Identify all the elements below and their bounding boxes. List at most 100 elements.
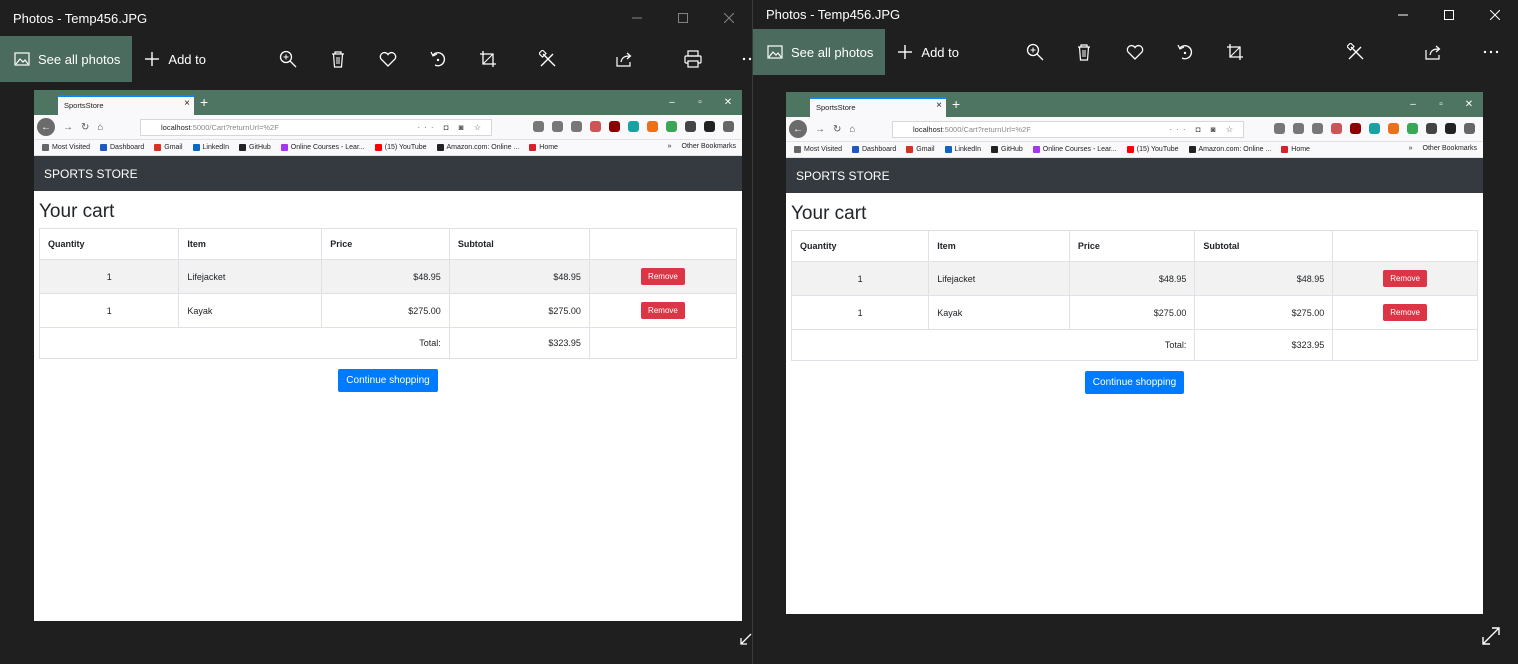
bookmark-item[interactable]: Home (1281, 146, 1310, 153)
extension-e-icon[interactable] (1445, 123, 1456, 134)
menu-icon[interactable] (723, 121, 734, 132)
colorpicker-icon[interactable] (1331, 123, 1342, 134)
minimize-button[interactable] (614, 0, 660, 36)
bookmark-item[interactable]: Most Visited (794, 146, 842, 153)
reload-icon[interactable]: ↻ (833, 124, 841, 135)
zoom-button[interactable] (1025, 42, 1045, 62)
url-bar[interactable]: localhost:5000/Cart?returnUrl=%2F ··· ◘ … (140, 119, 492, 136)
ublock-icon[interactable] (1350, 123, 1361, 134)
forward-arrow-icon[interactable]: → (63, 122, 73, 133)
bookmark-item[interactable]: Online Courses - Lear... (1032, 146, 1117, 153)
continue-shopping-button[interactable]: Continue shopping (338, 369, 438, 392)
bookmark-item[interactable]: Dashboard (852, 146, 896, 153)
chevron-right-icon[interactable]: » (1409, 145, 1413, 152)
menu-icon[interactable] (1464, 123, 1475, 134)
edit-create-button[interactable] (539, 49, 559, 69)
zoom-button[interactable] (278, 49, 298, 69)
close-button[interactable] (1472, 0, 1518, 29)
bookmark-item[interactable]: Amazon.com: Online ... (436, 144, 519, 151)
share-button[interactable] (614, 49, 634, 69)
firefox-close-icon[interactable]: ✕ (714, 90, 742, 115)
firefox-maximize-icon[interactable]: ▫ (686, 90, 714, 115)
back-arrow-icon[interactable]: ← (789, 120, 807, 138)
add-to-button[interactable]: Add to (144, 51, 206, 67)
downloads-icon[interactable] (1274, 123, 1285, 134)
ublock-icon[interactable] (609, 121, 620, 132)
close-button[interactable] (706, 0, 752, 36)
page-actions-icon[interactable]: ··· ◘ ◙ ☆ (418, 123, 486, 132)
reload-icon[interactable]: ↻ (81, 122, 89, 133)
new-tab-icon[interactable]: + (952, 96, 960, 112)
extension-b-icon[interactable] (647, 121, 658, 132)
crop-button[interactable] (1225, 42, 1245, 62)
store-brand[interactable]: SPORTS STORE (44, 167, 138, 181)
home-icon[interactable]: ⌂ (849, 124, 855, 135)
remove-button[interactable]: Remove (641, 302, 685, 319)
resize-icon[interactable] (740, 632, 752, 646)
firefox-minimize-icon[interactable]: – (1399, 92, 1427, 117)
extension-c-icon[interactable] (666, 121, 677, 132)
sidebar-icon[interactable] (1312, 123, 1323, 134)
extension-a-icon[interactable] (628, 121, 639, 132)
tab-close-icon[interactable]: × (936, 100, 942, 111)
continue-shopping-button[interactable]: Continue shopping (1084, 371, 1185, 394)
bookmark-item[interactable]: Online Courses - Lear... (280, 144, 365, 151)
see-all-photos-button[interactable]: See all photos (753, 29, 886, 75)
minimize-button[interactable] (1380, 0, 1426, 29)
extension-e-icon[interactable] (704, 121, 715, 132)
sidebar-icon[interactable] (571, 121, 582, 132)
share-button[interactable] (1423, 42, 1443, 62)
page-actions-icon[interactable]: ··· ◘ ◙ ☆ (1170, 125, 1238, 134)
add-to-button[interactable]: Add to (897, 44, 959, 60)
favorite-button[interactable] (378, 49, 398, 69)
firefox-maximize-icon[interactable]: ▫ (1427, 92, 1455, 117)
remove-button[interactable]: Remove (641, 268, 685, 285)
forward-arrow-icon[interactable]: → (815, 124, 825, 135)
chevron-right-icon[interactable]: » (668, 143, 672, 150)
other-bookmarks[interactable]: Other Bookmarks (1423, 145, 1477, 152)
bookmark-item[interactable]: Gmail (154, 144, 183, 151)
firefox-close-icon[interactable]: ✕ (1455, 92, 1483, 117)
edit-create-button[interactable] (1347, 42, 1367, 62)
tab-close-icon[interactable]: × (184, 98, 190, 109)
bookmark-item[interactable]: Most Visited (42, 144, 90, 151)
bookmark-item[interactable]: LinkedIn (192, 144, 229, 151)
remove-button[interactable]: Remove (1383, 304, 1427, 321)
browser-tab[interactable]: SportsStore × (58, 95, 194, 115)
bookmark-item[interactable]: Home (529, 144, 558, 151)
url-bar[interactable]: localhost:5000/Cart?returnUrl=%2F ··· ◘ … (892, 121, 1244, 138)
firefox-minimize-icon[interactable]: – (658, 90, 686, 115)
rotate-button[interactable] (1175, 42, 1195, 62)
back-arrow-icon[interactable]: ← (37, 118, 55, 136)
bookmark-item[interactable]: (15) YouTube (374, 144, 427, 151)
extension-c-icon[interactable] (1407, 123, 1418, 134)
more-options-button[interactable] (1481, 42, 1501, 62)
bookmark-item[interactable]: Gmail (906, 146, 935, 153)
delete-button[interactable] (328, 49, 348, 69)
bookmark-item[interactable]: (15) YouTube (1126, 146, 1179, 153)
extension-a-icon[interactable] (1369, 123, 1380, 134)
see-all-photos-button[interactable]: See all photos (0, 36, 133, 82)
store-brand[interactable]: SPORTS STORE (796, 169, 890, 183)
library-icon[interactable] (1293, 123, 1304, 134)
bookmark-item[interactable]: GitHub (991, 146, 1023, 153)
bookmark-item[interactable]: LinkedIn (944, 146, 981, 153)
bookmark-item[interactable]: Amazon.com: Online ... (1188, 146, 1271, 153)
print-button[interactable] (683, 49, 703, 69)
maximize-button[interactable] (660, 0, 706, 36)
remove-button[interactable]: Remove (1383, 270, 1427, 287)
favorite-button[interactable] (1125, 42, 1145, 62)
more-options-button[interactable] (740, 49, 752, 69)
extension-d-icon[interactable] (685, 121, 696, 132)
crop-button[interactable] (478, 49, 498, 69)
library-icon[interactable] (552, 121, 563, 132)
rotate-button[interactable] (428, 49, 448, 69)
browser-tab[interactable]: SportsStore × (810, 97, 946, 117)
other-bookmarks[interactable]: Other Bookmarks (682, 143, 736, 150)
bookmark-item[interactable]: Dashboard (100, 144, 144, 151)
fullscreen-icon[interactable] (1481, 626, 1501, 646)
maximize-button[interactable] (1426, 0, 1472, 29)
delete-button[interactable] (1074, 42, 1094, 62)
extension-b-icon[interactable] (1388, 123, 1399, 134)
home-icon[interactable]: ⌂ (97, 122, 103, 133)
